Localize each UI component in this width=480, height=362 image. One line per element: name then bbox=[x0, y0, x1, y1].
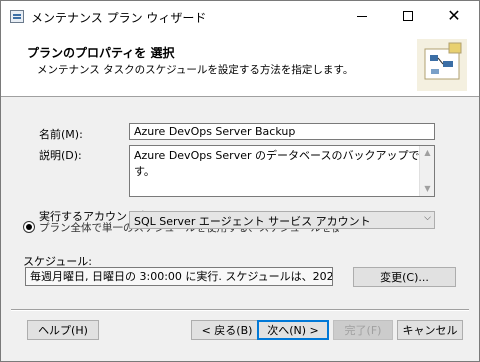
scroll-up-icon[interactable]: ▲ bbox=[420, 146, 434, 160]
minimize-button[interactable] bbox=[339, 1, 385, 31]
scroll-down-icon[interactable]: ▼ bbox=[420, 182, 434, 196]
close-button[interactable]: ✕ bbox=[431, 1, 477, 31]
run-as-selected: SQL Server エージェント サービス アカウント bbox=[134, 215, 371, 228]
back-button[interactable]: < 戻る(B) bbox=[191, 320, 263, 340]
page-title: プランのプロパティを 選択 bbox=[27, 46, 175, 60]
footer-divider bbox=[11, 309, 469, 311]
name-label: 名前(M): bbox=[39, 128, 83, 141]
next-button[interactable]: 次へ(N) > bbox=[257, 320, 329, 340]
chevron-down-icon: ⌵ bbox=[424, 213, 431, 223]
description-label: 説明(D): bbox=[39, 149, 82, 162]
title-bar: メンテナンス プラン ウィザード ✕ bbox=[1, 1, 479, 31]
single-schedule-radio[interactable] bbox=[23, 221, 35, 233]
window-title: メンテナンス プラン ウィザード bbox=[31, 11, 207, 25]
wizard-window: メンテナンス プラン ウィザード ✕ プランのプロパティを 選択 メンテナンス … bbox=[0, 0, 480, 362]
finish-button[interactable]: 完了(F) bbox=[333, 320, 393, 340]
maximize-icon bbox=[403, 11, 413, 21]
name-input[interactable]: Azure DevOps Server Backup bbox=[129, 123, 435, 140]
schedule-description: 毎週月曜日, 日曜日の 3:00:00 に実行. スケジュールは、2021/08… bbox=[25, 267, 333, 286]
wizard-banner-icon bbox=[417, 39, 467, 91]
help-button[interactable]: ヘルプ(H) bbox=[27, 320, 99, 340]
maximize-button[interactable] bbox=[385, 1, 431, 31]
page-subtitle: メンテナンス タスクのスケジュールを設定する方法を指定します。 bbox=[37, 64, 354, 76]
description-scrollbar[interactable]: ▲ ▼ bbox=[419, 146, 434, 196]
change-schedule-button[interactable]: 変更(C)... bbox=[353, 267, 456, 287]
cancel-button[interactable]: キャンセル bbox=[397, 320, 463, 340]
wizard-header: プランのプロパティを 選択 メンテナンス タスクのスケジュールを設定する方法を指… bbox=[1, 31, 479, 97]
minimize-icon bbox=[357, 15, 367, 17]
description-textarea[interactable]: Azure DevOps Server のデータベースのバックアップです。 ▲ … bbox=[129, 145, 435, 197]
run-as-dropdown[interactable]: SQL Server エージェント サービス アカウント ⌵ bbox=[129, 211, 435, 229]
app-icon bbox=[10, 10, 24, 23]
close-icon: ✕ bbox=[447, 6, 461, 25]
description-text: Azure DevOps Server のデータベースのバックアップです。 bbox=[134, 149, 420, 178]
